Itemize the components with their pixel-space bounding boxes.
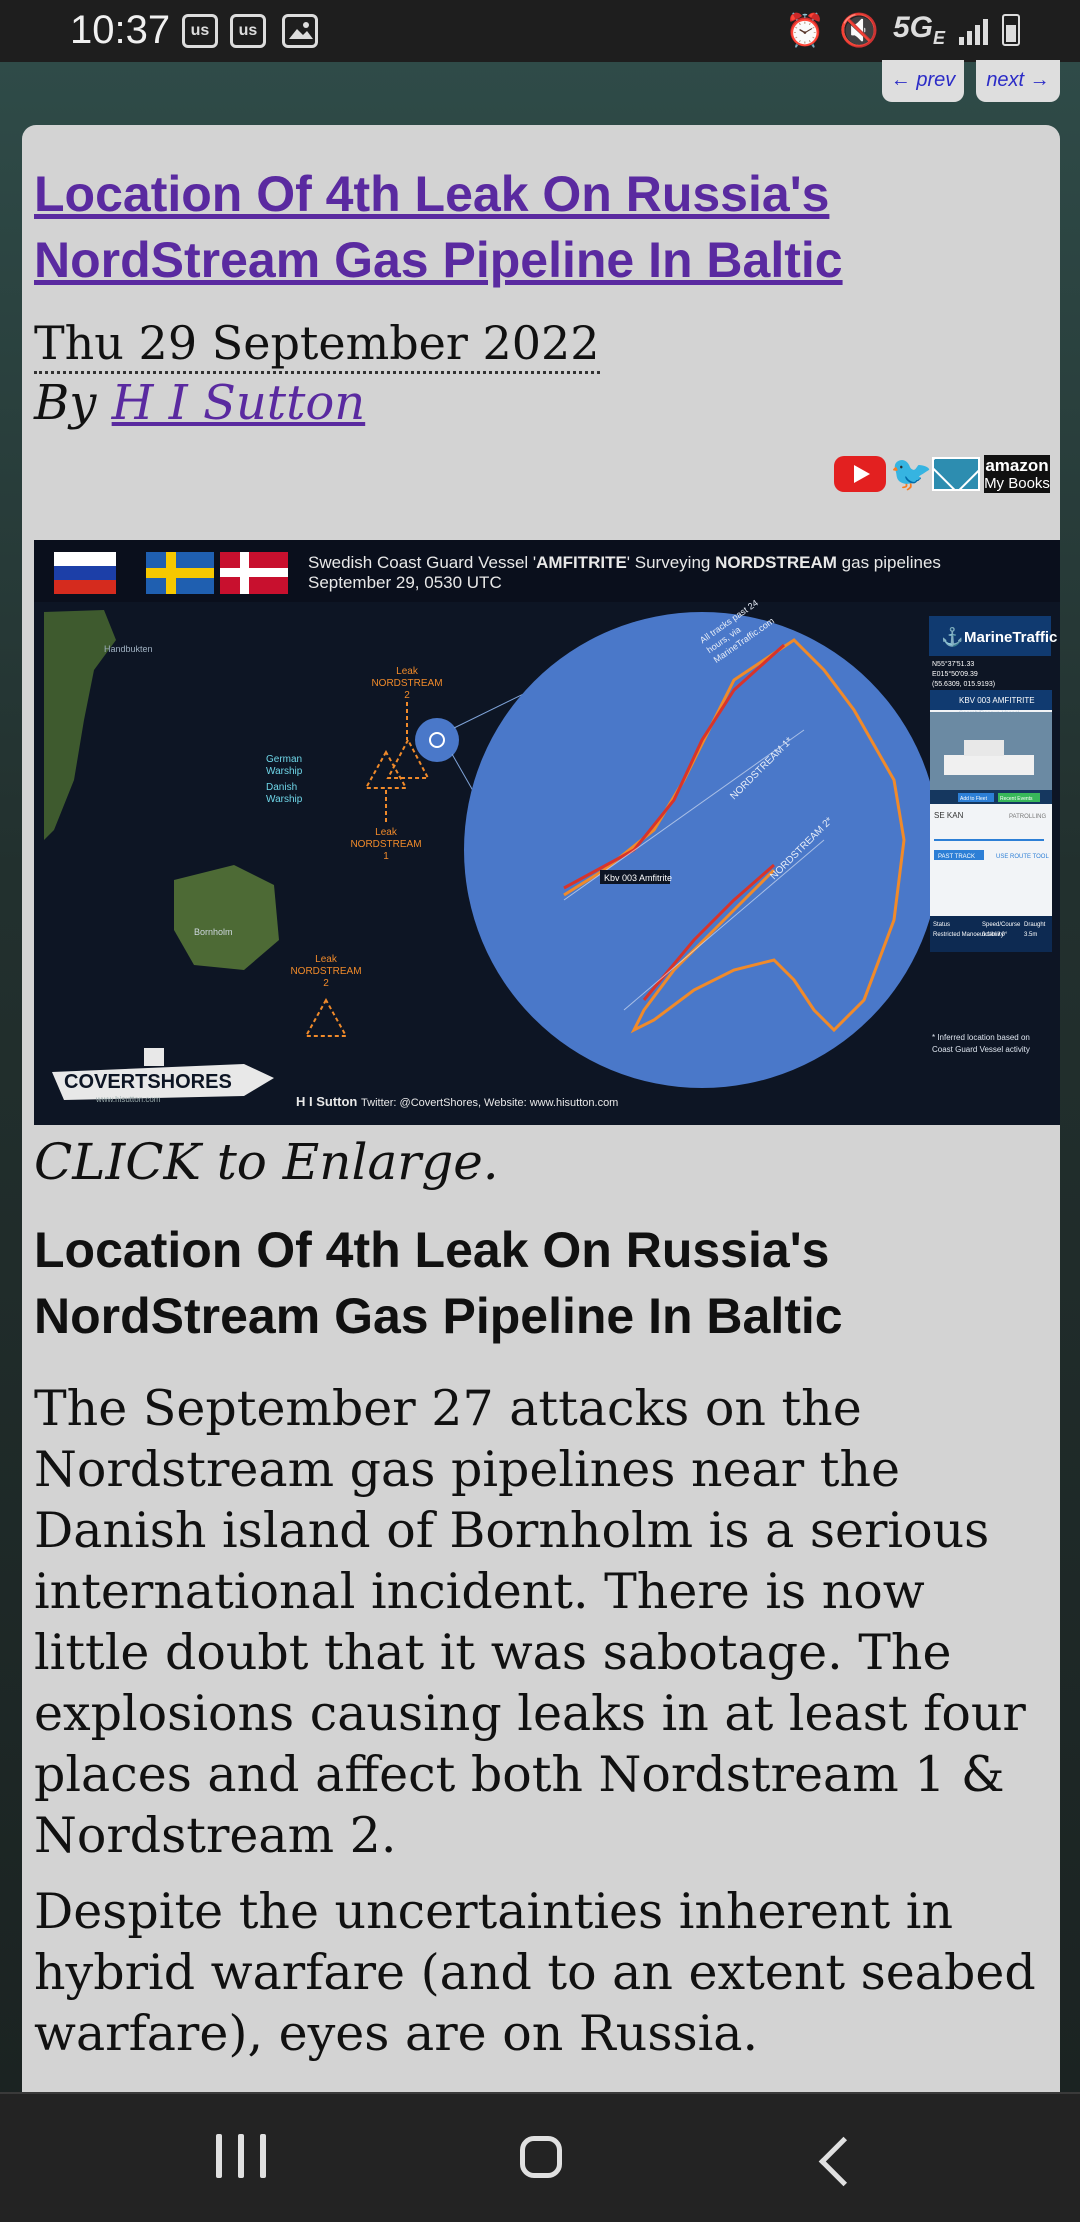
mt-row: Speed/Course [982, 922, 1021, 928]
author-link[interactable]: H I Sutton [112, 375, 366, 431]
social-links: 🐦 amazon My Books [834, 455, 1050, 493]
logo-text: COVERTSHORES [64, 1071, 232, 1093]
image-icon [282, 14, 318, 48]
leak-label: 2 [404, 690, 410, 701]
mt-btn: PAST TRACK [938, 854, 975, 860]
vessel-tag: Kbv 003 Amfitrite [604, 873, 672, 883]
mt-from: SE KAN [934, 811, 964, 820]
leak-label: Leak [375, 827, 398, 838]
mt-row: Status [933, 922, 950, 928]
label-warship-1: Warship [266, 766, 303, 777]
byline: By H I Sutton [34, 375, 365, 431]
leak-label: 1 [383, 851, 389, 862]
mt-btn: Add to Fleet [960, 796, 988, 802]
mt-vessel: KBV 003 AMFITRITE [959, 696, 1035, 705]
image-credit: H I Sutton Twitter: @CovertShores, Websi… [296, 1094, 618, 1109]
mt-btn: Recent Events [1000, 796, 1033, 802]
article-heading: Location Of 4th Leak On Russia's NordStr… [34, 1222, 843, 1344]
mt-status: PATROLLING [1009, 814, 1046, 820]
us-badge-icon: us [230, 14, 266, 48]
mt-row-value: 0.1kn / 0° [982, 932, 1008, 938]
mt-row: Draught [1024, 922, 1046, 928]
image-header-line1: Swedish Coast Guard Vessel 'AMFITRITE' S… [308, 553, 941, 572]
battery-icon [1002, 14, 1020, 46]
label-handbukten: Handbukten [104, 644, 153, 654]
twitter-icon[interactable]: 🐦 [890, 456, 932, 492]
article-image[interactable]: Swedish Coast Guard Vessel 'AMFITRITE' S… [34, 540, 1060, 1125]
mt-btn: USE ROUTE TOOL [996, 854, 1049, 860]
us-badge-icon: us [182, 14, 218, 48]
status-right: ⏰ 🔇 5GE [785, 10, 1020, 50]
russia-flag-icon [54, 552, 116, 594]
mt-coords: (55.6309, 015.9193) [932, 681, 995, 688]
article-paragraph: The September 27 attacks on the Nordstre… [34, 1380, 1026, 1864]
leak-label: Leak [315, 954, 338, 965]
home-icon[interactable] [520, 2136, 562, 2178]
label-island: Bornholm [194, 927, 233, 937]
alarm-icon: ⏰ [785, 12, 826, 48]
mail-icon[interactable] [932, 457, 980, 491]
article-card: Location Of 4th Leak On Russia's NordStr… [22, 125, 1060, 2095]
article-title-link[interactable]: Location Of 4th Leak On Russia's NordStr… [34, 161, 1044, 293]
article-paragraph: Despite the uncertainties inherent in hy… [34, 1883, 1036, 2062]
label-danish: Danish [266, 782, 297, 793]
sweden-flag-icon [146, 552, 214, 594]
leak-label: Leak [396, 666, 419, 677]
denmark-flag-icon [220, 552, 288, 594]
leak-label: NORDSTREAM [290, 966, 361, 977]
mute-icon: 🔇 [839, 12, 879, 48]
amazon-icon[interactable]: amazon My Books [984, 455, 1050, 493]
footnote: * Inferred location based on [932, 1033, 1030, 1042]
svg-text:⚓: ⚓ [941, 626, 963, 647]
mt-coords: N55°37'51.33 [932, 660, 974, 668]
article-date: Thu 29 September 2022 [34, 315, 600, 374]
recent-apps-icon[interactable] [216, 2124, 266, 2188]
click-to-enlarge: CLICK to Enlarge. [34, 1133, 499, 1191]
mt-coords: E015°50'09.39 [932, 670, 978, 678]
signal-icon [959, 15, 988, 45]
network-type: 5GE [892, 11, 945, 48]
image-header-line2: September 29, 0530 UTC [308, 573, 502, 592]
status-bar: 10:37 us us ⏰ 🔇 5GE [0, 0, 1080, 62]
leak-label: NORDSTREAM [371, 678, 442, 689]
label-warship-2: Warship [266, 794, 303, 805]
next-button[interactable]: next → [976, 60, 1060, 102]
youtube-icon[interactable] [834, 456, 886, 492]
status-time: 10:37 [70, 8, 171, 52]
system-nav-bar [0, 2092, 1080, 2222]
prev-button[interactable]: ← prev [882, 60, 964, 102]
footnote: Coast Guard Vessel activity [932, 1045, 1030, 1054]
logo-url: www.hisutton.com [95, 1095, 161, 1104]
mt-brand: MarineTraffic [964, 629, 1057, 646]
by-label: By [34, 375, 97, 431]
leak-label: 2 [323, 978, 329, 989]
label-german: German [266, 754, 302, 765]
leak-label: NORDSTREAM [350, 839, 421, 850]
back-icon[interactable] [818, 2136, 869, 2187]
mt-row-value: 3.5m [1024, 932, 1037, 938]
zoom-circle [464, 612, 940, 1088]
